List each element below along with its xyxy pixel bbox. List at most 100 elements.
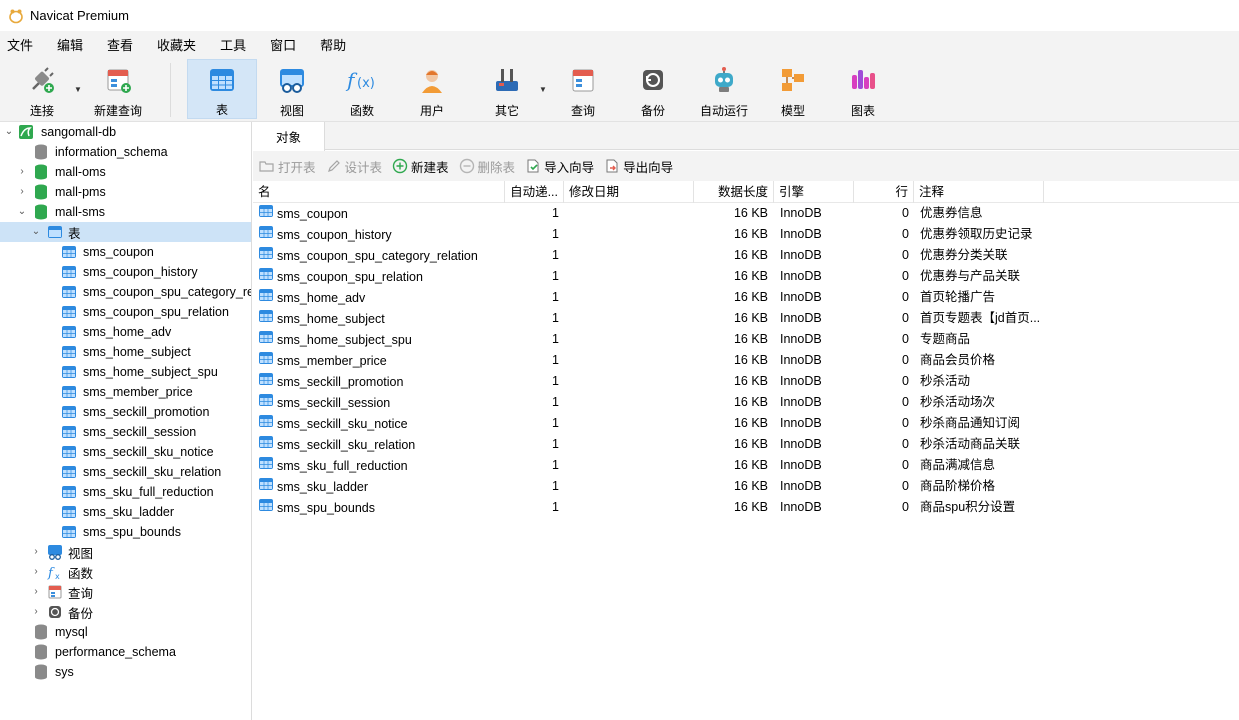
table-row[interactable]: sms_seckill_sku_notice 1 16 KB InnoDB 0 秒杀商品通… — [253, 413, 1239, 434]
query-button[interactable]: 查询 — [553, 59, 613, 119]
other-dropdown-icon[interactable]: ▼ — [539, 85, 547, 94]
table-row[interactable]: sms_seckill_sku_relation 1 16 KB InnoDB 0 秒杀活… — [253, 434, 1239, 455]
tree-connection[interactable]: ⌄ sangomall-db — [0, 122, 251, 142]
tree-db-mall-sms[interactable]: ⌄ mall-sms — [0, 202, 251, 222]
col-header-modified-date[interactable]: 修改日期 — [564, 181, 694, 203]
tree-table-item[interactable]: sms_seckill_promotion — [0, 402, 251, 422]
table-button[interactable]: 表 — [187, 59, 257, 119]
table-icon — [61, 364, 77, 380]
expand-arrow-icon[interactable]: › — [31, 587, 41, 597]
tree-table-item[interactable]: sms_coupon_spu_category_re — [0, 282, 251, 302]
tree-table-item[interactable]: sms_sku_ladder — [0, 502, 251, 522]
table-row[interactable]: sms_home_adv 1 16 KB InnoDB 0 首页轮播广告 — [253, 287, 1239, 308]
model-button[interactable]: 模型 — [763, 59, 823, 119]
tree-queries-node[interactable]: › 查询 — [0, 582, 251, 602]
table-row[interactable]: sms_coupon_history 1 16 KB InnoDB 0 优惠券领取历史记录 — [253, 224, 1239, 245]
menu-view[interactable]: 查看 — [100, 35, 145, 54]
tree-table-item[interactable]: sms_member_price — [0, 382, 251, 402]
col-header-comment[interactable]: 注释 — [914, 181, 1044, 203]
menu-help[interactable]: 帮助 — [313, 35, 358, 54]
function-button[interactable]: f (x) 函数 — [332, 59, 392, 119]
tree-table-item[interactable]: sms_coupon_history — [0, 262, 251, 282]
table-row[interactable]: sms_spu_bounds 1 16 KB InnoDB 0 商品spu积分设置 — [253, 497, 1239, 518]
tab-objects[interactable]: 对象 — [253, 122, 325, 151]
table-row[interactable]: sms_sku_full_reduction 1 16 KB InnoDB 0 商品满减信… — [253, 455, 1239, 476]
views-node-label: 视图 — [68, 546, 94, 561]
design-table-button[interactable]: 设计表 — [326, 157, 382, 176]
export-wizard-button[interactable]: 导出向导 — [604, 157, 673, 176]
chart-button[interactable]: 图表 — [833, 59, 893, 119]
new-query-button[interactable]: 新建查询 — [88, 59, 148, 119]
tree-functions-node[interactable]: › fx 函数 — [0, 562, 251, 582]
tree-table-item[interactable]: sms_coupon_spu_relation — [0, 302, 251, 322]
menu-favorites[interactable]: 收藏夹 — [150, 35, 208, 54]
col-header-auto-increment[interactable]: 自动递... — [505, 181, 564, 203]
cell-rows: 0 — [902, 416, 909, 430]
tree-table-item[interactable]: sms_coupon — [0, 242, 251, 262]
tree-table-item[interactable]: sms_seckill_sku_relation — [0, 462, 251, 482]
col-header-rows[interactable]: 行 — [854, 181, 914, 203]
col-header-name[interactable]: 名 — [253, 181, 505, 203]
tree-table-item[interactable]: sms_seckill_session — [0, 422, 251, 442]
tree-views-node[interactable]: › 视图 — [0, 542, 251, 562]
tree-tables-node[interactable]: ⌄ 表 — [0, 222, 251, 242]
tree-table-item[interactable]: sms_sku_full_reduction — [0, 482, 251, 502]
delete-table-button[interactable]: 删除表 — [459, 157, 515, 176]
table-icon — [258, 455, 274, 476]
view-label: 视图 — [279, 104, 304, 118]
table-row[interactable]: sms_home_subject 1 16 KB InnoDB 0 首页专题表【jd首页.… — [253, 308, 1239, 329]
cell-auto-increment: 1 — [552, 269, 559, 283]
connect-button[interactable]: 连接 — [14, 59, 70, 119]
table-row[interactable]: sms_seckill_promotion 1 16 KB InnoDB 0 秒杀活动 — [253, 371, 1239, 392]
collapse-arrow-icon[interactable]: ⌄ — [17, 207, 27, 217]
menu-edit[interactable]: 编辑 — [50, 35, 95, 54]
open-table-button[interactable]: 打开表 — [259, 157, 316, 176]
connect-dropdown-icon[interactable]: ▼ — [74, 85, 82, 94]
cell-comment: 优惠券分类关联 — [920, 248, 1008, 262]
tree-db-performance-schema[interactable]: performance_schema — [0, 642, 251, 662]
collapse-arrow-icon[interactable]: ⌄ — [31, 227, 41, 237]
table-name-text: sms_seckill_sku_relation — [277, 437, 416, 452]
table-row[interactable]: sms_coupon_spu_relation 1 16 KB InnoDB 0 优惠券与… — [253, 266, 1239, 287]
expand-arrow-icon[interactable]: › — [31, 567, 41, 577]
tree-backups-node[interactable]: › 备份 — [0, 602, 251, 622]
new-table-button[interactable]: 新建表 — [392, 157, 449, 176]
tree-table-item[interactable]: sms_home_adv — [0, 322, 251, 342]
user-button[interactable]: 用户 — [402, 59, 462, 119]
tree-db-information-schema[interactable]: information_schema — [0, 142, 251, 162]
import-wizard-button[interactable]: 导入向导 — [525, 157, 594, 176]
other-button[interactable]: 其它 — [477, 59, 537, 119]
menu-tools[interactable]: 工具 — [213, 35, 258, 54]
expand-arrow-icon[interactable]: › — [31, 547, 41, 557]
col-header-data-length[interactable]: 数据长度 — [694, 181, 774, 203]
backups-node-label: 备份 — [68, 606, 94, 621]
table-row[interactable]: sms_home_subject_spu 1 16 KB InnoDB 0 专题商品 — [253, 329, 1239, 350]
collapse-arrow-icon[interactable]: ⌄ — [4, 127, 14, 137]
table-row[interactable]: sms_member_price 1 16 KB InnoDB 0 商品会员价格 — [253, 350, 1239, 371]
tree-db-mysql[interactable]: mysql — [0, 622, 251, 642]
tree-table-item[interactable]: sms_home_subject — [0, 342, 251, 362]
cell-rows: 0 — [902, 248, 909, 262]
tree-db-mall-oms[interactable]: › mall-oms — [0, 162, 251, 182]
table-row[interactable]: sms_sku_ladder 1 16 KB InnoDB 0 商品阶梯价格 — [253, 476, 1239, 497]
table-row[interactable]: sms_coupon 1 16 KB InnoDB 0 优惠券信息 — [253, 203, 1239, 224]
table-row[interactable]: sms_coupon_spu_category_relation 1 16 KB In… — [253, 245, 1239, 266]
menu-file[interactable]: 文件 — [0, 35, 45, 54]
expand-arrow-icon[interactable]: › — [17, 167, 27, 177]
menu-window[interactable]: 窗口 — [263, 35, 308, 54]
tree-db-mall-pms[interactable]: › mall-pms — [0, 182, 251, 202]
tree-db-sys[interactable]: sys — [0, 662, 251, 682]
table-row[interactable]: sms_seckill_session 1 16 KB InnoDB 0 秒杀活动场次 — [253, 392, 1239, 413]
table-name-text: sms_sku_full_reduction — [277, 458, 408, 473]
tree-table-item[interactable]: sms_spu_bounds — [0, 522, 251, 542]
expand-arrow-icon[interactable]: › — [31, 607, 41, 617]
tree-table-item[interactable]: sms_seckill_sku_notice — [0, 442, 251, 462]
automation-button[interactable]: 自动运行 — [693, 59, 755, 119]
navigation-tree[interactable]: ⌄ sangomall-db information_schema › mall… — [0, 122, 252, 720]
expand-arrow-icon[interactable]: › — [17, 187, 27, 197]
tree-table-item[interactable]: sms_home_subject_spu — [0, 362, 251, 382]
chart-label: 图表 — [850, 104, 875, 118]
col-header-engine[interactable]: 引擎 — [774, 181, 854, 203]
view-button[interactable]: 视图 — [262, 59, 322, 119]
backup-button[interactable]: 备份 — [623, 59, 683, 119]
